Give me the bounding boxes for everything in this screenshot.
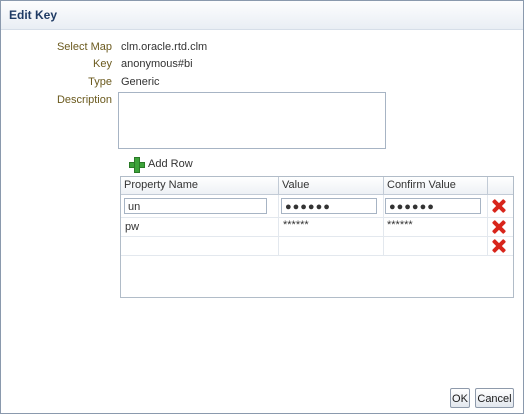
value-cell: ******	[283, 219, 309, 231]
description-label: Description	[56, 94, 112, 106]
edit-key-dialog: Edit Key Select Map clm.oracle.rtd.clm K…	[0, 0, 524, 414]
column-header-value[interactable]: Value	[279, 177, 384, 194]
add-icon	[128, 156, 145, 173]
properties-table: Property Name Value Confirm Value un ●●●…	[120, 176, 514, 298]
dialog-titlebar[interactable]: Edit Key	[1, 1, 523, 30]
type-label: Type	[88, 76, 112, 88]
column-header-property-name[interactable]: Property Name	[121, 177, 279, 194]
type-value: Generic	[121, 76, 160, 88]
dialog-title: Edit Key	[9, 8, 58, 22]
select-map-label: Select Map	[56, 41, 112, 53]
description-textarea[interactable]	[118, 92, 386, 149]
column-header-confirm-value[interactable]: Confirm Value	[384, 177, 488, 194]
key-value: anonymous#bi	[121, 58, 193, 70]
ok-button[interactable]: OK	[450, 388, 470, 408]
value-password-input[interactable]: ●●●●●●	[281, 198, 377, 214]
select-map-value: clm.oracle.rtd.clm	[121, 41, 208, 53]
confirm-value-password-input[interactable]: ●●●●●●	[385, 198, 481, 214]
delete-row-icon[interactable]	[491, 199, 505, 213]
confirm-value-cell: ******	[387, 219, 413, 231]
delete-row-icon[interactable]	[491, 220, 505, 234]
table-header: Property Name Value Confirm Value	[121, 177, 513, 195]
table-row[interactable]: un ●●●●●● ●●●●●●	[121, 195, 513, 218]
add-row-button[interactable]: Add Row	[128, 156, 193, 173]
delete-row-icon[interactable]	[491, 239, 505, 253]
property-name-cell: pw	[125, 221, 140, 233]
table-row[interactable]: pw ****** ******	[121, 218, 513, 237]
cancel-button[interactable]: Cancel	[475, 388, 514, 408]
key-label: Key	[93, 58, 112, 70]
property-name-input[interactable]: un	[124, 198, 267, 214]
table-row[interactable]	[121, 237, 513, 256]
add-row-label: Add Row	[148, 158, 193, 170]
